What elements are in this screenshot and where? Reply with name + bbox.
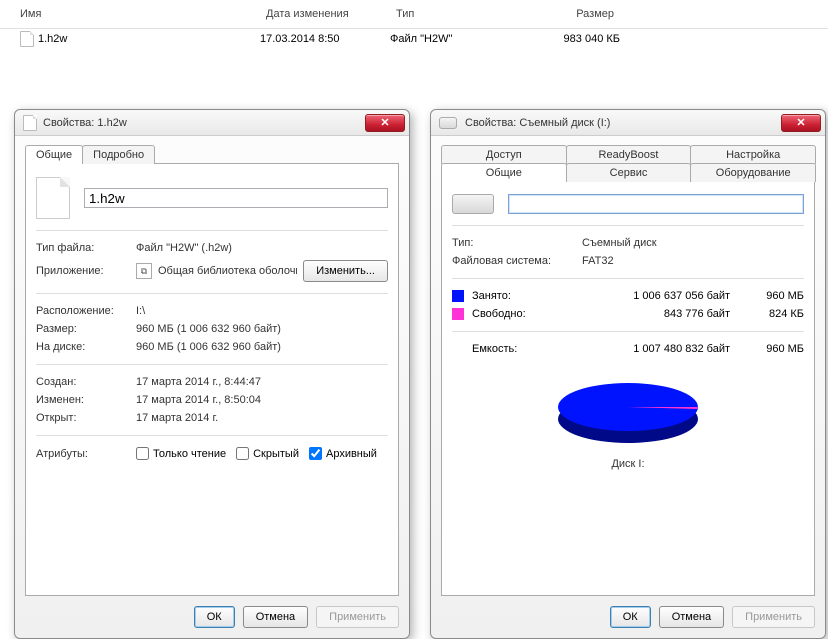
- file-size: 983 040 КБ: [520, 33, 620, 45]
- swatch-used: [452, 290, 464, 302]
- label-capacity: Емкость:: [472, 343, 562, 355]
- label-type: Тип файла:: [36, 242, 136, 254]
- value-drive-type: Съемный диск: [582, 237, 657, 249]
- checkbox-hidden-label: Скрытый: [253, 448, 299, 460]
- label-app: Приложение:: [36, 265, 136, 277]
- checkbox-archive-label: Архивный: [326, 448, 377, 460]
- file-name: 1.h2w: [38, 33, 67, 45]
- checkbox-hidden-input[interactable]: [236, 447, 249, 460]
- close-icon: ✕: [380, 116, 389, 129]
- value-fs: FAT32: [582, 255, 614, 267]
- file-icon: [23, 115, 37, 131]
- checkbox-readonly[interactable]: Только чтение: [136, 447, 226, 460]
- checkbox-archive[interactable]: Архивный: [309, 447, 377, 460]
- apply-button[interactable]: Применить: [316, 606, 399, 628]
- swatch-free: [452, 308, 464, 320]
- drive-large-icon: [452, 194, 494, 214]
- col-header-size[interactable]: Размер: [520, 4, 620, 24]
- filename-input[interactable]: [84, 188, 388, 208]
- ok-button[interactable]: ОК: [610, 606, 651, 628]
- checkbox-readonly-label: Только чтение: [153, 448, 226, 460]
- checkbox-readonly-input[interactable]: [136, 447, 149, 460]
- tab-readyboost[interactable]: ReadyBoost: [566, 145, 692, 164]
- value-ondisk: 960 МБ (1 006 632 960 байт): [136, 341, 281, 353]
- drive-properties-dialog: Свойства: Съемный диск (I:) ✕ Доступ Rea…: [430, 109, 826, 639]
- ok-button[interactable]: ОК: [194, 606, 235, 628]
- value-location: I:\: [136, 305, 145, 317]
- value-size: 960 МБ (1 006 632 960 байт): [136, 323, 281, 335]
- tab-settings[interactable]: Настройка: [690, 145, 816, 164]
- value-app: Общая библиотека оболочки W: [158, 265, 297, 277]
- titlebar[interactable]: Свойства: Съемный диск (I:) ✕: [431, 110, 825, 136]
- file-type: Файл "H2W": [390, 33, 520, 45]
- value-free-bytes: 843 776 байт: [562, 308, 744, 320]
- titlebar[interactable]: Свойства: 1.h2w ✕: [15, 110, 409, 136]
- col-header-type[interactable]: Тип: [390, 4, 520, 24]
- value-used-bytes: 1 006 637 056 байт: [562, 290, 744, 302]
- file-date: 17.03.2014 8:50: [260, 33, 390, 45]
- app-icon: ⧉: [136, 263, 152, 279]
- disk-caption: Диск I:: [452, 458, 804, 470]
- close-button[interactable]: ✕: [781, 114, 821, 132]
- dialog-title: Свойства: Съемный диск (I:): [465, 117, 775, 129]
- drive-label-input[interactable]: [508, 194, 804, 214]
- usage-pie-chart: [543, 372, 713, 452]
- label-attributes: Атрибуты:: [36, 448, 136, 460]
- file-properties-dialog: Свойства: 1.h2w ✕ Общие Подробно Тип фай…: [14, 109, 410, 639]
- file-type-icon: [36, 177, 70, 219]
- value-type: Файл "H2W" (.h2w): [136, 242, 232, 254]
- label-location: Расположение:: [36, 305, 136, 317]
- col-header-name[interactable]: Имя: [0, 4, 260, 24]
- tab-access[interactable]: Доступ: [441, 145, 567, 164]
- apply-button[interactable]: Применить: [732, 606, 815, 628]
- label-modified: Изменен:: [36, 394, 136, 406]
- value-cap-bytes: 1 007 480 832 байт: [562, 343, 744, 355]
- label-created: Создан:: [36, 376, 136, 388]
- label-used: Занято:: [472, 290, 562, 302]
- drive-icon: [439, 117, 457, 129]
- tab-general[interactable]: Общие: [25, 145, 83, 164]
- value-accessed: 17 марта 2014 г.: [136, 412, 218, 424]
- value-created: 17 марта 2014 г., 8:44:47: [136, 376, 261, 388]
- change-app-button[interactable]: Изменить...: [303, 260, 388, 282]
- tab-general[interactable]: Общие: [441, 163, 567, 182]
- dialog-title: Свойства: 1.h2w: [43, 117, 359, 129]
- cancel-button[interactable]: Отмена: [659, 606, 724, 628]
- value-cap-h: 960 МБ: [744, 343, 804, 355]
- label-ondisk: На диске:: [36, 341, 136, 353]
- tab-hardware[interactable]: Оборудование: [690, 163, 816, 182]
- checkbox-archive-input[interactable]: [309, 447, 322, 460]
- checkbox-hidden[interactable]: Скрытый: [236, 447, 299, 460]
- file-icon: [20, 31, 34, 47]
- tab-details[interactable]: Подробно: [82, 145, 155, 164]
- value-modified: 17 марта 2014 г., 8:50:04: [136, 394, 261, 406]
- col-header-date[interactable]: Дата изменения: [260, 4, 390, 24]
- file-list-header: Имя Дата изменения Тип Размер: [0, 0, 828, 29]
- label-size: Размер:: [36, 323, 136, 335]
- label-drive-type: Тип:: [452, 237, 582, 249]
- value-used-h: 960 МБ: [744, 290, 804, 302]
- value-free-h: 824 КБ: [744, 308, 804, 320]
- close-button[interactable]: ✕: [365, 114, 405, 132]
- file-row[interactable]: 1.h2w 17.03.2014 8:50 Файл "H2W" 983 040…: [0, 29, 828, 49]
- tab-service[interactable]: Сервис: [566, 163, 692, 182]
- label-fs: Файловая система:: [452, 255, 582, 267]
- label-accessed: Открыт:: [36, 412, 136, 424]
- close-icon: ✕: [796, 116, 805, 129]
- cancel-button[interactable]: Отмена: [243, 606, 308, 628]
- label-free: Свободно:: [472, 308, 562, 320]
